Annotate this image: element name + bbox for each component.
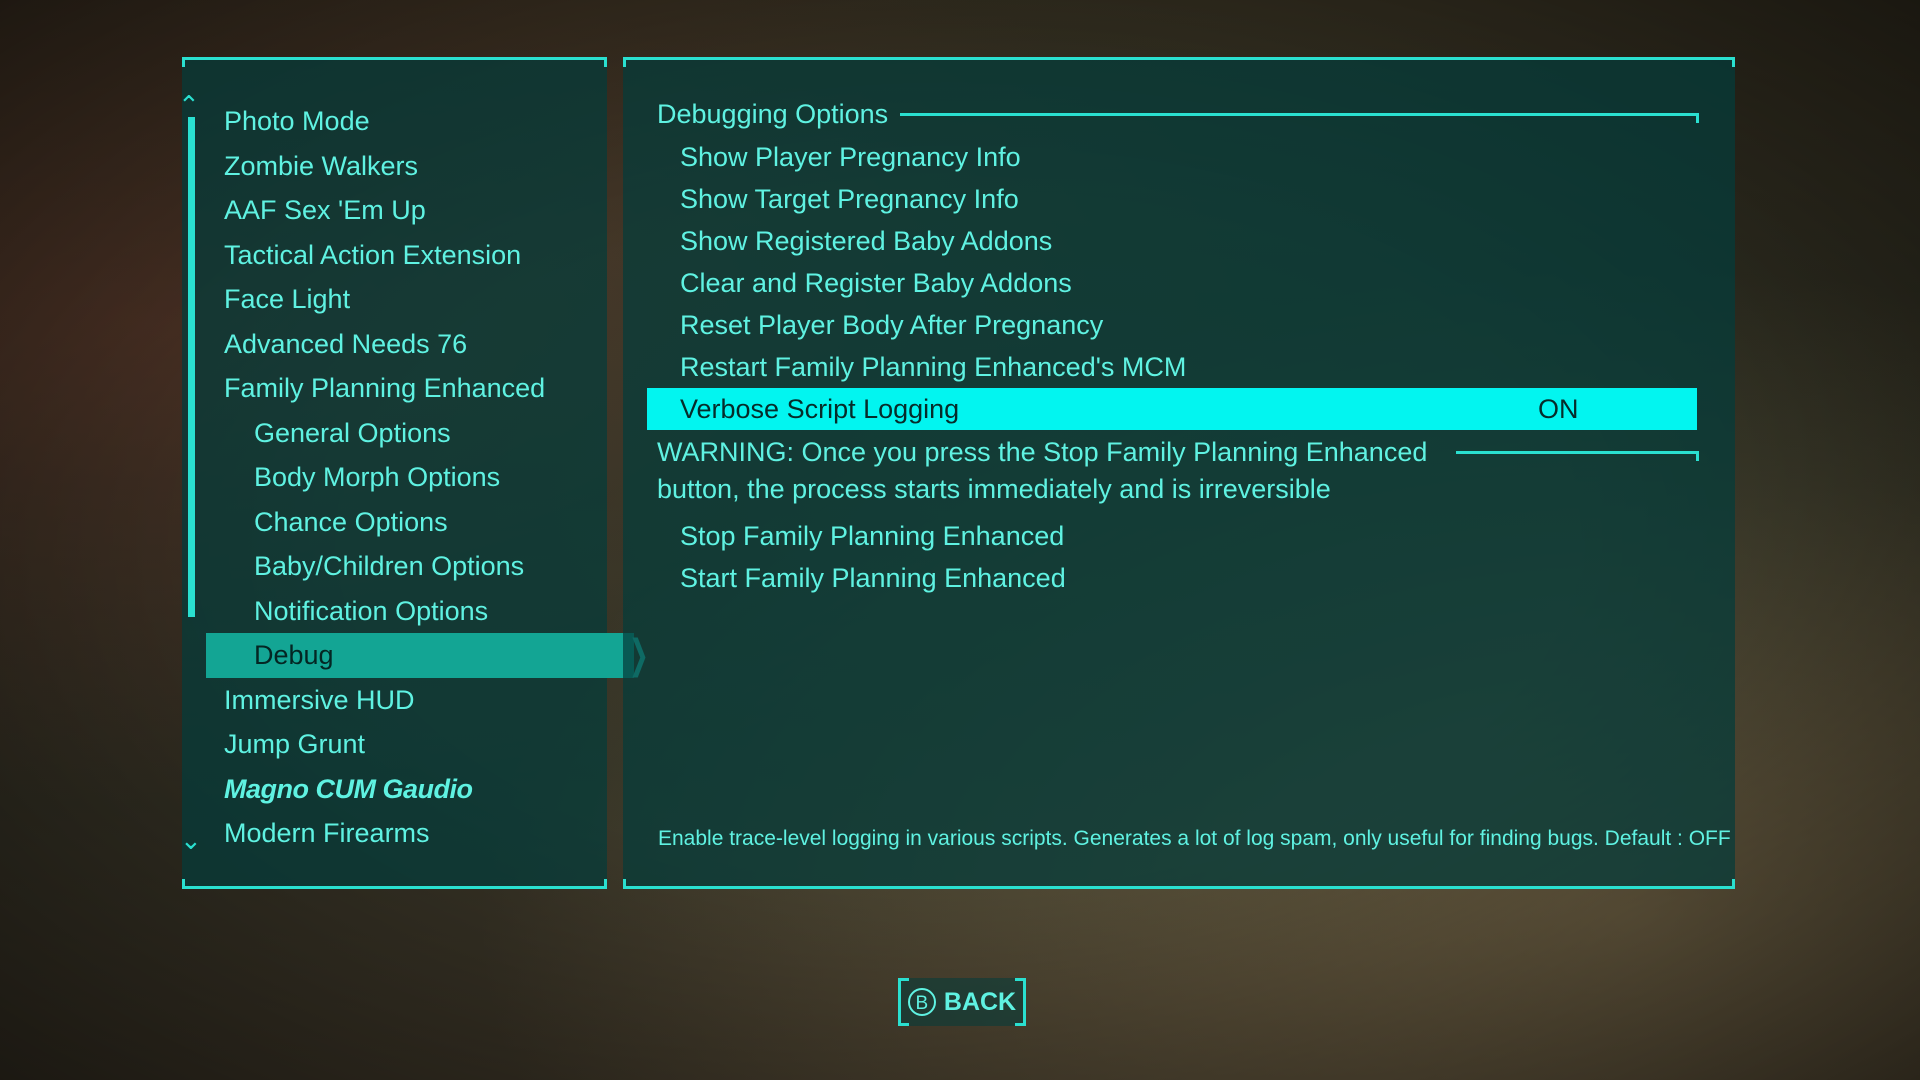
- menu-subitem-debug[interactable]: Debug ❯: [206, 633, 649, 678]
- menu-item-family-planning-enhanced[interactable]: Family Planning Enhanced: [182, 366, 607, 411]
- mod-menu: Photo Mode Zombie Walkers AAF Sex 'Em Up…: [182, 99, 649, 856]
- warning-divider: [1456, 451, 1699, 461]
- bracket-decoration: [901, 1023, 909, 1026]
- menu-subitem-notification-options[interactable]: Notification Options: [182, 589, 607, 634]
- option-clear-register-baby-addons[interactable]: Clear and Register Baby Addons: [647, 262, 1697, 304]
- options-list-control: Stop Family Planning Enhanced Start Fami…: [647, 515, 1697, 599]
- option-start-family-planning[interactable]: Start Family Planning Enhanced: [647, 557, 1697, 599]
- menu-item-photo-mode[interactable]: Photo Mode: [182, 99, 607, 144]
- panel-frame-bottom: [182, 879, 607, 889]
- option-description: Enable trace-level logging in various sc…: [658, 827, 1731, 850]
- panel-frame-bottom: [623, 879, 1735, 889]
- options-list: Show Player Pregnancy Info Show Target P…: [647, 136, 1697, 430]
- option-verbose-script-logging[interactable]: Verbose Script Logging ON: [647, 388, 1697, 430]
- option-show-player-pregnancy-info[interactable]: Show Player Pregnancy Info: [647, 136, 1697, 178]
- options-panel: Debugging Options Show Player Pregnancy …: [623, 57, 1735, 889]
- option-reset-player-body[interactable]: Reset Player Body After Pregnancy: [647, 304, 1697, 346]
- menu-subitem-body-morph-options[interactable]: Body Morph Options: [182, 455, 607, 500]
- back-button[interactable]: B BACK: [898, 978, 1026, 1026]
- option-show-registered-baby-addons[interactable]: Show Registered Baby Addons: [647, 220, 1697, 262]
- menu-item-modern-firearms[interactable]: Modern Firearms: [182, 811, 607, 856]
- section-divider: [900, 112, 1699, 123]
- warning-text: WARNING: Once you press the Stop Family …: [657, 437, 1428, 504]
- warning-header: WARNING: Once you press the Stop Family …: [657, 434, 1699, 508]
- toggle-value[interactable]: ON: [1538, 388, 1579, 430]
- option-verbose-script-logging-label: Verbose Script Logging: [680, 394, 960, 424]
- bracket-decoration: [1015, 1023, 1023, 1026]
- panel-frame-top: [623, 57, 1735, 67]
- section-header: Debugging Options: [657, 97, 1699, 131]
- mod-list-panel: ⌃ ⌄ Photo Mode Zombie Walkers AAF Sex 'E…: [178, 57, 649, 889]
- menu-item-magno-cum-gaudio[interactable]: Magno CUM Gaudio: [182, 767, 607, 812]
- menu-item-immersive-hud[interactable]: Immersive HUD: [182, 678, 607, 723]
- option-restart-mcm[interactable]: Restart Family Planning Enhanced's MCM: [647, 346, 1697, 388]
- b-button-icon: B: [907, 988, 936, 1016]
- option-show-target-pregnancy-info[interactable]: Show Target Pregnancy Info: [647, 178, 1697, 220]
- menu-subitem-general-options[interactable]: General Options: [182, 411, 607, 456]
- menu-item-tactical-action-extension[interactable]: Tactical Action Extension: [182, 233, 607, 278]
- panel-frame-top: [182, 57, 607, 67]
- menu-item-advanced-needs-76[interactable]: Advanced Needs 76: [182, 322, 607, 367]
- section-title: Debugging Options: [657, 99, 889, 129]
- menu-subitem-baby-children-options[interactable]: Baby/Children Options: [182, 544, 607, 589]
- menu-item-zombie-walkers[interactable]: Zombie Walkers: [182, 144, 607, 189]
- menu-subitem-debug-label: Debug: [254, 640, 334, 670]
- menu-item-jump-grunt[interactable]: Jump Grunt: [182, 722, 607, 767]
- menu-item-face-light[interactable]: Face Light: [182, 277, 607, 322]
- back-label: BACK: [943, 987, 1017, 1016]
- menu-subitem-chance-options[interactable]: Chance Options: [182, 500, 607, 545]
- option-stop-family-planning[interactable]: Stop Family Planning Enhanced: [647, 515, 1697, 557]
- menu-item-aaf-sex-em-up[interactable]: AAF Sex 'Em Up: [182, 188, 607, 233]
- bracket-decoration: [1015, 978, 1023, 981]
- bracket-decoration: [901, 978, 909, 981]
